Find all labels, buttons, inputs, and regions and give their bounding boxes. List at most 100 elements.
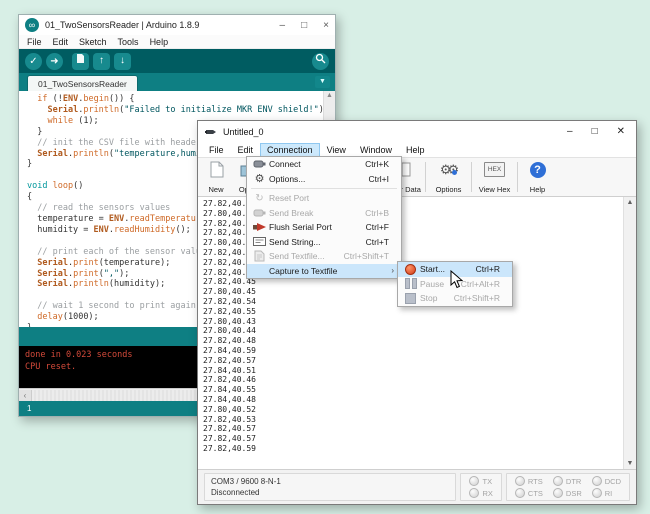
- open-icon[interactable]: ↑: [93, 53, 110, 70]
- dtr-led: DTR: [553, 476, 582, 486]
- tab-sketch[interactable]: 01_TwoSensorsReader: [27, 75, 138, 91]
- menu-item-label: Pause: [420, 279, 453, 289]
- menu-item-label: Send String...: [269, 237, 358, 247]
- coolterm-menu-edit[interactable]: Edit: [231, 143, 261, 157]
- code-line: Serial.println("Failed to initialize MKR…: [27, 105, 335, 116]
- menu-separator: [251, 188, 397, 189]
- serial-line: 27.84,40.51: [203, 366, 636, 376]
- arduino-logo-icon: ∞: [25, 18, 39, 32]
- led-label: RX: [482, 489, 492, 498]
- txrx-led-group: TX RX: [460, 473, 501, 501]
- view-hex-icon: HEX: [484, 161, 505, 178]
- serial-line: 27.82,40.59: [203, 444, 636, 454]
- coolterm-minimize-button[interactable]: –: [567, 126, 573, 137]
- verify-icon[interactable]: ✓: [25, 53, 42, 70]
- arduino-menu-edit[interactable]: Edit: [53, 37, 69, 47]
- save-icon[interactable]: ↓: [114, 53, 131, 70]
- tab-dropdown-icon[interactable]: ▼: [315, 76, 330, 88]
- coolterm-menu-help[interactable]: Help: [399, 143, 432, 157]
- led-label: TX: [482, 477, 492, 486]
- scroll-up-icon[interactable]: ▲: [624, 197, 636, 208]
- toolbar-button-label: Help: [530, 185, 545, 194]
- menu-item-shortcut: Ctrl+F: [366, 222, 398, 232]
- serial-line: 27.82,40.57: [203, 356, 636, 366]
- options-button[interactable]: ⚙⚙Options: [428, 159, 469, 195]
- arduino-menu-tools[interactable]: Tools: [118, 37, 139, 47]
- editor-scroll-up-icon[interactable]: ▲: [324, 91, 335, 101]
- led-label: DCD: [605, 477, 621, 486]
- arduino-maximize-button[interactable]: □: [301, 20, 307, 31]
- cts-led: CTS: [515, 488, 543, 498]
- led-indicator-icon: [515, 488, 525, 498]
- coolterm-menu-bar: FileEditConnectionViewWindowHelp: [198, 142, 636, 157]
- led-label: RI: [605, 489, 613, 498]
- arduino-menu-sketch[interactable]: Sketch: [79, 37, 107, 47]
- toolbar-separator: [471, 162, 472, 192]
- pause-icon: [401, 278, 420, 289]
- data-scrollbar[interactable]: ▲ ▼: [623, 197, 636, 469]
- coolterm-menu-window[interactable]: Window: [353, 143, 399, 157]
- menu-item-label: Flush Serial Port: [269, 222, 358, 232]
- arduino-window-title: 01_TwoSensorsReader | Arduino 1.8.9: [45, 20, 280, 30]
- arduino-menu-bar: File Edit Sketch Tools Help: [19, 35, 335, 49]
- toolbar-separator: [517, 162, 518, 192]
- arduino-toolbar: ✓ ➜ ↑ ↓: [19, 49, 335, 73]
- coolterm-maximize-button[interactable]: □: [592, 126, 598, 137]
- menu-item-send-textfile[interactable]: Send Textfile...Ctrl+Shift+T: [247, 249, 401, 264]
- menu-item-send-break[interactable]: Send BreakCtrl+B: [247, 206, 401, 221]
- menu-item-label: Send Textfile...: [269, 251, 336, 261]
- menu-item-label: Options...: [269, 174, 360, 184]
- serial-line: 27.84,40.48: [203, 395, 636, 405]
- led-label: RTS: [528, 477, 543, 486]
- serial-line: 27.82,40.57: [203, 424, 636, 434]
- menu-item-label: Stop: [420, 293, 446, 303]
- tx-led: TX: [469, 476, 492, 486]
- menu-item-shortcut: Ctrl+B: [365, 208, 398, 218]
- arduino-menu-file[interactable]: File: [27, 37, 42, 47]
- rts-led: RTS: [515, 476, 543, 486]
- flush-icon: [250, 222, 269, 232]
- serial-monitor-icon[interactable]: [312, 53, 329, 70]
- coolterm-status-bar: COM3 / 9600 8-N-1 Disconnected TXRX RTSC…: [198, 470, 636, 504]
- coolterm-close-button[interactable]: ✕: [617, 126, 625, 137]
- menu-item-shortcut: Ctrl+K: [365, 159, 398, 169]
- mouse-cursor: [450, 270, 463, 289]
- coolterm-title-bar[interactable]: Untitled_0 – □ ✕: [198, 121, 636, 142]
- menu-item-label: Capture to Textfile: [269, 266, 391, 276]
- hscroll-left-icon[interactable]: ‹: [19, 390, 32, 401]
- upload-icon[interactable]: ➜: [46, 53, 63, 70]
- new-button[interactable]: New: [200, 159, 232, 195]
- toolbar-separator: [425, 162, 426, 192]
- menu-item-reset-port[interactable]: ↻Reset Port: [247, 191, 401, 206]
- coolterm-menu-connection[interactable]: Connection: [260, 143, 320, 157]
- toolbar-button-label: New: [208, 185, 223, 194]
- menu-item-connect[interactable]: Connect Ctrl+K: [247, 157, 401, 172]
- serial-line: 27.84,40.59: [203, 346, 636, 356]
- arduino-minimize-button[interactable]: –: [280, 20, 286, 31]
- arduino-title-bar[interactable]: ∞ 01_TwoSensorsReader | Arduino 1.8.9 – …: [19, 15, 335, 35]
- new-sketch-icon[interactable]: [72, 53, 89, 70]
- menu-item-options[interactable]: ⚙Options...Ctrl+I: [247, 172, 401, 187]
- led-label: DSR: [566, 489, 582, 498]
- menu-item-shortcut: Ctrl+I: [368, 174, 398, 184]
- menu-item-label: Connect: [269, 159, 357, 169]
- menu-item-shortcut: Ctrl+T: [366, 237, 398, 247]
- stop-icon: [401, 293, 420, 304]
- arduino-close-button[interactable]: ×: [323, 20, 329, 31]
- view-hex-button[interactable]: HEXView Hex: [474, 159, 515, 195]
- scroll-down-icon[interactable]: ▼: [624, 458, 636, 469]
- menu-item-send-string[interactable]: Send String... Ctrl+T: [247, 235, 401, 250]
- led-indicator-icon: [553, 476, 563, 486]
- arduino-menu-help[interactable]: Help: [150, 37, 169, 47]
- coolterm-menu-file[interactable]: File: [202, 143, 231, 157]
- serial-line: 27.80,40.44: [203, 326, 636, 336]
- menu-item-flush-serial-port[interactable]: Flush Serial Port Ctrl+F: [247, 220, 401, 235]
- code-line: if (!ENV.begin()) {: [27, 94, 335, 105]
- menu-item-capture-to-textfile[interactable]: Capture to Textfile›: [247, 264, 401, 279]
- coolterm-menu-view[interactable]: View: [320, 143, 353, 157]
- help-button[interactable]: ?Help: [520, 159, 555, 195]
- submenu-item-stop[interactable]: StopCtrl+Shift+R: [398, 291, 512, 306]
- toolbar-button-label: Options: [436, 185, 462, 194]
- led-label: DTR: [566, 477, 581, 486]
- serial-line: 27.82,40.57: [203, 434, 636, 444]
